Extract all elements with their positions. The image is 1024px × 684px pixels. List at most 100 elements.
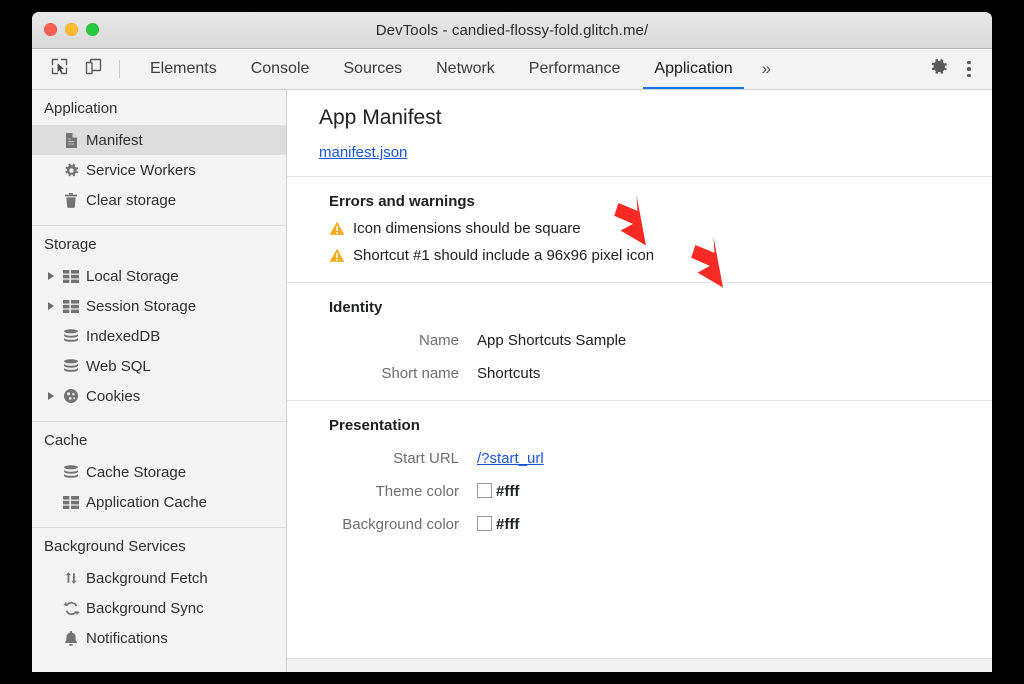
field-label: Start URL bbox=[329, 450, 477, 467]
chevron-right-icon[interactable] bbox=[44, 392, 58, 400]
document-icon bbox=[58, 132, 84, 149]
sidebar-group-storage: Storage bbox=[32, 225, 286, 421]
close-window-button[interactable] bbox=[44, 23, 57, 36]
field-row-theme-color: Theme color #fff bbox=[329, 483, 992, 500]
tab-application-label: Application bbox=[654, 60, 732, 78]
warning-text: Shortcut #1 should include a 96x96 pixel… bbox=[353, 247, 654, 264]
tab-console[interactable]: Console bbox=[234, 49, 327, 89]
sidebar-group-cache: Cache Cache Storage bbox=[32, 421, 286, 527]
table-icon bbox=[58, 270, 84, 283]
trash-icon bbox=[58, 192, 84, 209]
sidebar-group-application: Application Manifest bbox=[32, 90, 286, 225]
field-label: Background color bbox=[329, 516, 477, 533]
panel-bottom-clip bbox=[287, 658, 992, 672]
tab-console-label: Console bbox=[251, 60, 310, 78]
application-sidebar: Application Manifest bbox=[32, 90, 287, 672]
table-icon bbox=[58, 300, 84, 313]
more-tabs-button[interactable]: » bbox=[750, 49, 783, 89]
sidebar-item-background-fetch[interactable]: Background Fetch bbox=[32, 563, 286, 593]
errors-and-warnings-section: Errors and warnings Icon dimensions shou… bbox=[287, 176, 992, 282]
field-label: Name bbox=[329, 332, 477, 349]
maximize-window-button[interactable] bbox=[86, 23, 99, 36]
color-hex-text: #fff bbox=[496, 483, 519, 500]
sidebar-item-notifications[interactable]: Notifications bbox=[32, 623, 286, 653]
devtools-tab-strip: Elements Console Sources Network Perform… bbox=[133, 49, 783, 89]
devtools-main-menu-button[interactable] bbox=[956, 61, 982, 78]
toolbar-divider bbox=[119, 60, 120, 78]
up-down-arrows-icon bbox=[58, 570, 84, 586]
sidebar-item-label: Web SQL bbox=[84, 358, 151, 375]
window-titlebar: DevTools - candied-flossy-fold.glitch.me… bbox=[32, 12, 992, 49]
tab-performance[interactable]: Performance bbox=[512, 49, 638, 89]
color-swatch[interactable] bbox=[477, 483, 492, 498]
manifest-json-link[interactable]: manifest.json bbox=[319, 144, 407, 161]
warning-triangle-icon bbox=[329, 248, 345, 263]
warning-row: Icon dimensions should be square bbox=[329, 220, 992, 237]
devtools-body: Application Manifest bbox=[32, 90, 992, 672]
tab-sources[interactable]: Sources bbox=[326, 49, 419, 89]
settings-button[interactable] bbox=[922, 57, 956, 82]
sidebar-item-indexeddb[interactable]: IndexedDB bbox=[32, 321, 286, 351]
start-url-link[interactable]: /?start_url bbox=[477, 450, 544, 467]
identity-section: Identity Name App Shortcuts Sample Short… bbox=[287, 282, 992, 400]
sidebar-item-clear-storage[interactable]: Clear storage bbox=[32, 185, 286, 215]
devtools-toolbar: Elements Console Sources Network Perform… bbox=[32, 49, 992, 90]
sidebar-item-local-storage[interactable]: Local Storage bbox=[32, 261, 286, 291]
chevron-double-right-icon: » bbox=[762, 59, 771, 79]
sidebar-item-web-sql[interactable]: Web SQL bbox=[32, 351, 286, 381]
tab-network-label: Network bbox=[436, 60, 495, 78]
sidebar-group-header-background-services: Background Services bbox=[32, 528, 286, 563]
background-color-value: #fff bbox=[477, 516, 519, 533]
chevron-right-icon[interactable] bbox=[44, 272, 58, 280]
sidebar-item-session-storage[interactable]: Session Storage bbox=[32, 291, 286, 321]
warning-triangle-icon bbox=[329, 221, 345, 236]
sidebar-item-label: Service Workers bbox=[84, 162, 196, 179]
database-icon bbox=[58, 359, 84, 374]
field-row-background-color: Background color #fff bbox=[329, 516, 992, 533]
page-title: App Manifest bbox=[319, 106, 992, 130]
chevron-right-icon[interactable] bbox=[44, 302, 58, 310]
database-icon bbox=[58, 465, 84, 480]
toolbar-right-controls bbox=[901, 49, 992, 89]
color-hex-text: #fff bbox=[496, 516, 519, 533]
inspect-element-button[interactable] bbox=[42, 49, 76, 89]
sidebar-item-label: Clear storage bbox=[84, 192, 176, 209]
screenshot-root: DevTools - candied-flossy-fold.glitch.me… bbox=[0, 0, 1024, 684]
tab-elements[interactable]: Elements bbox=[133, 49, 234, 89]
sidebar-item-label: Manifest bbox=[84, 132, 143, 149]
sidebar-item-application-cache[interactable]: Application Cache bbox=[32, 487, 286, 517]
kebab-menu-icon-dot bbox=[967, 74, 971, 78]
sidebar-item-service-workers[interactable]: Service Workers bbox=[32, 155, 286, 185]
sidebar-item-label: Notifications bbox=[84, 630, 168, 647]
sidebar-item-manifest[interactable]: Manifest bbox=[32, 125, 286, 155]
field-row-name: Name App Shortcuts Sample bbox=[329, 332, 992, 349]
bell-icon bbox=[58, 630, 84, 647]
database-icon bbox=[58, 329, 84, 344]
field-value-name: App Shortcuts Sample bbox=[477, 332, 626, 349]
presentation-section: Presentation Start URL /?start_url Theme… bbox=[287, 400, 992, 551]
theme-color-value: #fff bbox=[477, 483, 519, 500]
tab-network[interactable]: Network bbox=[419, 49, 512, 89]
manifest-panel: App Manifest manifest.json Errors and wa… bbox=[287, 90, 992, 672]
sidebar-group-header-storage: Storage bbox=[32, 226, 286, 261]
sidebar-item-label: Cache Storage bbox=[84, 464, 186, 481]
field-value-short-name: Shortcuts bbox=[477, 365, 540, 382]
sidebar-item-label: Cookies bbox=[84, 388, 140, 405]
field-label: Theme color bbox=[329, 483, 477, 500]
tab-application[interactable]: Application bbox=[637, 49, 749, 89]
sidebar-item-cache-storage[interactable]: Cache Storage bbox=[32, 457, 286, 487]
sync-icon bbox=[58, 600, 84, 617]
cookie-icon bbox=[58, 388, 84, 404]
device-toolbar-button[interactable] bbox=[76, 49, 110, 89]
sidebar-item-label: Session Storage bbox=[84, 298, 196, 315]
color-swatch[interactable] bbox=[477, 516, 492, 531]
sidebar-item-background-sync[interactable]: Background Sync bbox=[32, 593, 286, 623]
sidebar-group-header-application: Application bbox=[32, 90, 286, 125]
sidebar-item-label: IndexedDB bbox=[84, 328, 160, 345]
sidebar-item-cookies[interactable]: Cookies bbox=[32, 381, 286, 411]
tab-elements-label: Elements bbox=[150, 60, 217, 78]
sidebar-item-label: Background Sync bbox=[84, 600, 204, 617]
devtools-window: DevTools - candied-flossy-fold.glitch.me… bbox=[32, 12, 992, 672]
table-icon bbox=[58, 496, 84, 509]
minimize-window-button[interactable] bbox=[65, 23, 78, 36]
